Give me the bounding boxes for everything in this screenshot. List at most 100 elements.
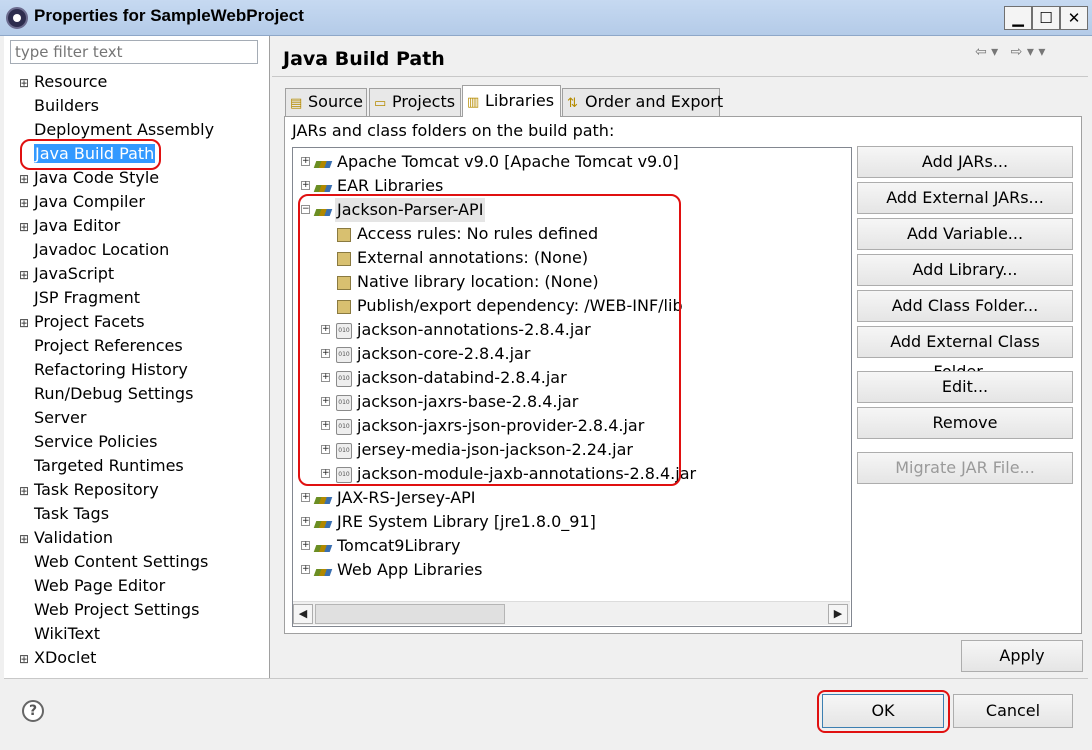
sidebar-item-project-facets[interactable]: ⊞ Project Facets — [18, 310, 145, 334]
title-divider — [272, 76, 1088, 77]
tab-projects[interactable]: ▭ Projects — [369, 88, 461, 116]
expand-icon[interactable]: + — [301, 493, 310, 502]
forward-arrow-icon[interactable]: ⇨ ▾ ▾ — [1011, 44, 1046, 60]
expand-icon[interactable]: + — [301, 181, 310, 190]
sidebar-item-web-page-editor[interactable]: Web Page Editor — [18, 574, 165, 598]
window-title: Properties for SampleWebProject — [34, 6, 304, 25]
page-title: Java Build Path — [283, 48, 445, 70]
add-class-folder-button[interactable]: Add Class Folder... — [857, 290, 1073, 322]
sidebar-item-label: Project References — [34, 336, 183, 355]
expand-icon[interactable]: ⊞ — [18, 191, 30, 215]
edit-button[interactable]: Edit... — [857, 371, 1073, 403]
library-icon — [315, 514, 333, 530]
tab-libraries[interactable]: ▥ Libraries — [462, 85, 561, 117]
sidebar-item-web-project-settings[interactable]: Web Project Settings — [18, 598, 199, 622]
sidebar-item-java-compiler[interactable]: ⊞ Java Compiler — [18, 190, 145, 214]
order-export-icon: ⇅ — [567, 96, 578, 111]
sidebar-item-label: Server — [34, 408, 87, 427]
source-icon: ▤ — [290, 96, 303, 111]
cancel-button[interactable]: Cancel — [953, 694, 1073, 728]
expand-icon[interactable]: ⊞ — [18, 479, 30, 503]
expand-icon[interactable]: ⊞ — [18, 71, 30, 95]
sidebar-item-label: Resource — [34, 72, 108, 91]
add-external-jars-button[interactable]: Add External JARs... — [857, 182, 1073, 214]
sidebar-item-label: Service Policies — [34, 432, 158, 451]
scroll-thumb[interactable] — [315, 604, 505, 624]
sidebar-item-label: Run/Debug Settings — [34, 384, 194, 403]
sidebar-item-run-debug-settings[interactable]: Run/Debug Settings — [18, 382, 193, 406]
apply-button[interactable]: Apply — [961, 640, 1083, 672]
sidebar-item-jsp-fragment[interactable]: JSP Fragment — [18, 286, 140, 310]
migrate-jar-file-button[interactable]: Migrate JAR File... — [857, 452, 1073, 484]
sidebar-item-targeted-runtimes[interactable]: Targeted Runtimes — [18, 454, 184, 478]
scroll-left-icon[interactable]: ◀ — [293, 604, 313, 624]
tab-source[interactable]: ▤ Source — [285, 88, 367, 116]
expand-icon[interactable]: ⊞ — [18, 263, 30, 287]
expand-icon[interactable]: + — [301, 517, 310, 526]
sidebar-item-label: Refactoring History — [34, 360, 188, 379]
sidebar-item-javascript[interactable]: ⊞ JavaScript — [18, 262, 114, 286]
tree-row-label: JAX-RS-Jersey-API — [337, 488, 476, 507]
sidebar-item-label: Web Content Settings — [34, 552, 209, 571]
scroll-right-icon[interactable]: ▶ — [828, 604, 848, 624]
back-arrow-icon[interactable]: ⇦ ▾ — [975, 44, 998, 60]
sidebar-item-label: JavaScript — [34, 264, 115, 283]
tree-row[interactable]: + Tomcat9Library — [293, 534, 851, 558]
help-icon[interactable]: ? — [22, 700, 44, 722]
remove-button[interactable]: Remove — [857, 407, 1073, 439]
tree-row[interactable]: + JRE System Library [jre1.8.0_91] — [293, 510, 851, 534]
sidebar-item-project-references[interactable]: Project References — [18, 334, 183, 358]
sidebar-item-builders[interactable]: Builders — [18, 94, 99, 118]
history-navigation[interactable]: ⇦ ▾ ⇨ ▾ ▾ — [975, 44, 1085, 64]
add-external-class-folder-button[interactable]: Add External Class Folder... — [857, 326, 1073, 381]
tree-row[interactable]: + Web App Libraries — [293, 558, 851, 582]
sidebar-item-server[interactable]: Server — [18, 406, 86, 430]
sidebar-item-label: Deployment Assembly — [34, 120, 215, 139]
expand-icon[interactable]: ⊞ — [18, 167, 30, 191]
close-button[interactable]: ✕ — [1060, 6, 1088, 30]
sidebar-item-service-policies[interactable]: Service Policies — [18, 430, 157, 454]
library-icon — [315, 154, 333, 170]
minimize-button[interactable]: ▁ — [1004, 6, 1032, 30]
sidebar-item-label: Java Editor — [34, 216, 121, 235]
bottom-divider — [4, 678, 1088, 679]
sidebar-item-label: Web Project Settings — [34, 600, 200, 619]
expand-icon[interactable]: ⊞ — [18, 527, 30, 551]
sidebar-item-label: Builders — [34, 96, 99, 115]
add-variable-button[interactable]: Add Variable... — [857, 218, 1073, 250]
sidebar-item-label: Web Page Editor — [34, 576, 166, 595]
sidebar-item-java-editor[interactable]: ⊞ Java Editor — [18, 214, 120, 238]
filter-input[interactable] — [10, 40, 258, 64]
sidebar-item-label: JSP Fragment — [34, 288, 141, 307]
sidebar-item-validation[interactable]: ⊞ Validation — [18, 526, 113, 550]
expand-icon[interactable]: + — [301, 565, 310, 574]
sidebar-item-resource[interactable]: ⊞ Resource — [18, 70, 107, 94]
eclipse-app-icon — [6, 7, 28, 29]
tab-order-and-export[interactable]: ⇅ Order and Export — [562, 88, 723, 116]
sidebar-item-web-content-settings[interactable]: Web Content Settings — [18, 550, 208, 574]
sidebar-item-javadoc-location[interactable]: Javadoc Location — [18, 238, 169, 262]
library-icon — [315, 538, 333, 554]
expand-icon[interactable]: + — [301, 157, 310, 166]
tree-row[interactable]: + Apache Tomcat v9.0 [Apache Tomcat v9.0] — [293, 150, 851, 174]
add-jars-button[interactable]: Add JARs... — [857, 146, 1073, 178]
tree-row[interactable]: + JAX-RS-Jersey-API — [293, 486, 851, 510]
annotation-highlight-java-build-path — [20, 139, 161, 170]
sidebar-item-label: Java Compiler — [34, 192, 145, 211]
sidebar-item-xdoclet[interactable]: ⊞ XDoclet — [18, 646, 96, 670]
expand-icon[interactable]: ⊞ — [18, 311, 30, 335]
sidebar-item-refactoring-history[interactable]: Refactoring History — [18, 358, 188, 382]
sidebar-item-label: Validation — [34, 528, 114, 547]
maximize-button[interactable]: ☐ — [1032, 6, 1060, 30]
expand-icon[interactable]: ⊞ — [18, 647, 30, 671]
sidebar-item-label: Project Facets — [34, 312, 145, 331]
tree-horizontal-scrollbar[interactable]: ◀ ▶ — [293, 601, 850, 625]
sidebar-item-task-repository[interactable]: ⊞ Task Repository — [18, 478, 159, 502]
tree-row-label: JRE System Library [jre1.8.0_91] — [337, 512, 596, 531]
expand-icon[interactable]: ⊞ — [18, 215, 30, 239]
sidebar-item-task-tags[interactable]: Task Tags — [18, 502, 109, 526]
expand-icon[interactable]: + — [301, 541, 310, 550]
sidebar-item-wikitext[interactable]: WikiText — [18, 622, 100, 646]
sidebar-item-label: Task Tags — [34, 504, 110, 523]
add-library-button[interactable]: Add Library... — [857, 254, 1073, 286]
